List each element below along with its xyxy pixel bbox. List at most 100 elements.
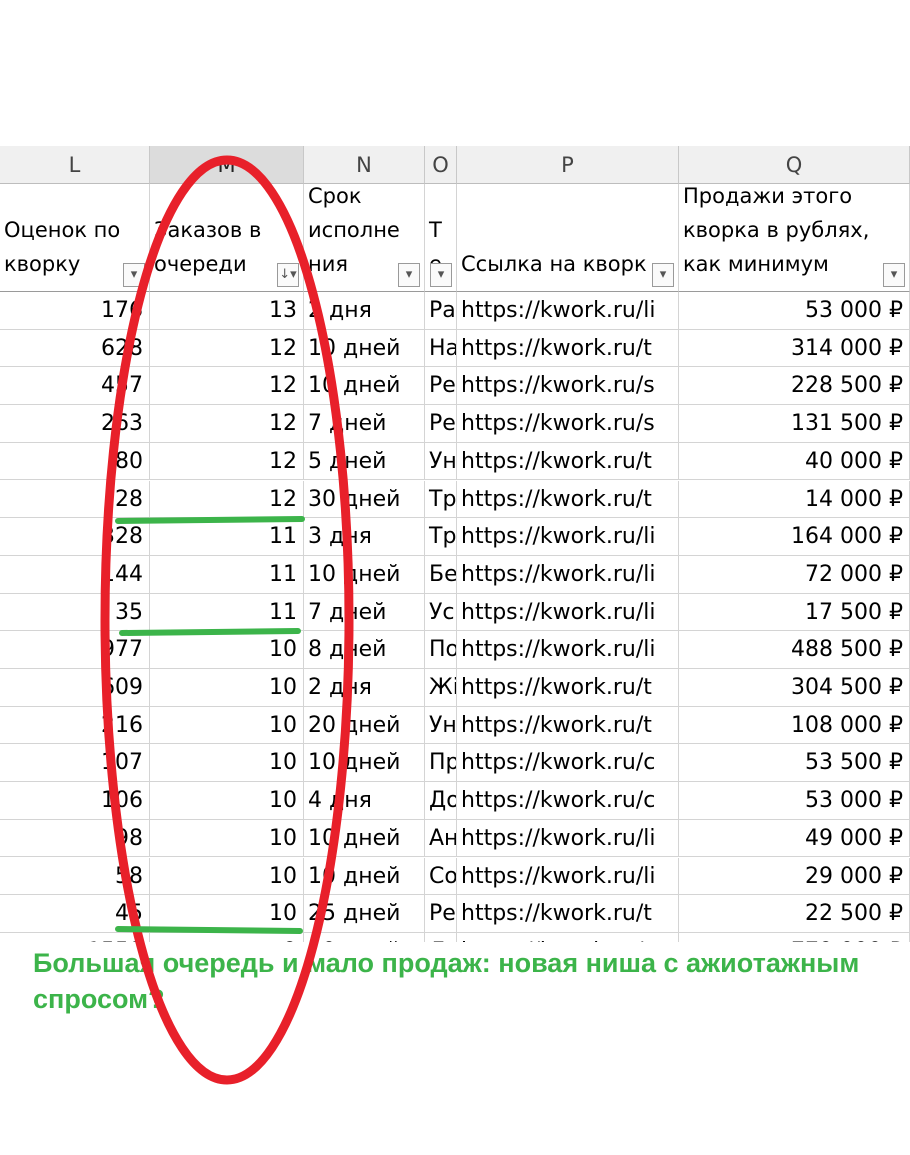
column-header-l[interactable]: L <box>0 146 150 184</box>
cell-p[interactable]: https://kwork.ru/c <box>457 782 679 820</box>
cell-q[interactable]: 304 500 ₽ <box>679 669 910 707</box>
cell-n[interactable]: 4 дня <box>304 782 425 820</box>
cell-n[interactable]: 3 дня <box>304 518 425 556</box>
cell-l[interactable]: 1558 <box>0 932 150 942</box>
cell-m[interactable]: 11 <box>150 518 304 556</box>
header-cell-l[interactable]: Оценок по кворку ▾ <box>0 184 150 292</box>
cell-l[interactable]: 176 <box>0 292 150 330</box>
cell-l[interactable]: 106 <box>0 782 150 820</box>
cell-l[interactable]: 45 <box>0 895 150 933</box>
cell-n[interactable]: 10 дней <box>304 819 425 858</box>
column-header-q[interactable]: Q <box>679 146 910 184</box>
cell-l[interactable]: 263 <box>0 405 150 443</box>
cell-o[interactable]: Ре <box>425 895 457 933</box>
cell-l[interactable]: 216 <box>0 706 150 745</box>
cell-l[interactable]: 28 <box>0 480 150 519</box>
cell-o[interactable]: Бе <box>425 555 457 594</box>
filter-dropdown-icon[interactable]: ▾ <box>430 263 452 287</box>
cell-n[interactable]: 10 дней <box>304 744 425 783</box>
cell-p[interactable]: https://kwork.ru/t <box>457 329 679 368</box>
cell-l[interactable]: 144 <box>0 555 150 594</box>
cell-p[interactable]: https://kwork.ru/t <box>457 480 679 519</box>
cell-l[interactable]: 328 <box>0 518 150 556</box>
cell-o[interactable]: До <box>425 782 457 820</box>
cell-o[interactable]: Ра <box>425 292 457 330</box>
cell-n[interactable]: 2 дня <box>304 292 425 330</box>
cell-q[interactable]: 228 500 ₽ <box>679 367 910 406</box>
header-cell-q[interactable]: Продажи этого кворка в рублях, как минимум… <box>679 184 910 292</box>
cell-p[interactable]: https://kwork.ru/li <box>457 593 679 632</box>
cell-n[interactable]: 20 дней <box>304 706 425 745</box>
cell-p[interactable]: https://kwork.ru/li <box>457 292 679 330</box>
cell-p[interactable]: https://kwork.ru/li <box>457 819 679 858</box>
cell-o[interactable]: Ре <box>425 405 457 443</box>
cell-n[interactable]: 10 дней <box>304 329 425 368</box>
cell-m[interactable]: 10 <box>150 706 304 745</box>
cell-m[interactable]: 12 <box>150 405 304 443</box>
cell-p[interactable]: https://kwork.ru/s <box>457 367 679 406</box>
filter-dropdown-icon[interactable]: ▾ <box>652 263 674 287</box>
cell-n[interactable]: 7 дней <box>304 593 425 632</box>
header-cell-o[interactable]: Те▾ <box>425 184 457 292</box>
filter-dropdown-icon[interactable]: ▾ <box>398 263 420 287</box>
cell-p[interactable]: https://kwork.ru/li <box>457 555 679 594</box>
cell-q[interactable]: 14 000 ₽ <box>679 480 910 519</box>
cell-l[interactable]: 80 <box>0 442 150 481</box>
cell-n[interactable]: 8 дней <box>304 631 425 669</box>
cell-o[interactable]: На <box>425 329 457 368</box>
column-header-o[interactable]: O <box>425 146 457 184</box>
cell-m[interactable]: 12 <box>150 480 304 519</box>
cell-l[interactable]: 628 <box>0 329 150 368</box>
column-header-p[interactable]: P <box>457 146 679 184</box>
cell-q[interactable]: 72 000 ₽ <box>679 555 910 594</box>
cell-m[interactable]: 12 <box>150 329 304 368</box>
cell-p[interactable]: https://kwork.ru/c <box>457 744 679 783</box>
cell-m[interactable]: 9 <box>150 932 304 942</box>
header-cell-n[interactable]: Срок исполне ния ▾ <box>304 184 425 292</box>
cell-m[interactable]: 10 <box>150 631 304 669</box>
cell-p[interactable]: https://kwork.ru/t <box>457 669 679 707</box>
cell-n[interactable]: 7 дней <box>304 405 425 443</box>
cell-q[interactable]: 29 000 ₽ <box>679 857 910 896</box>
cell-n[interactable]: 30 дней <box>304 480 425 519</box>
cell-m[interactable]: 10 <box>150 895 304 933</box>
cell-o[interactable]: Пр <box>425 744 457 783</box>
cell-l[interactable]: 58 <box>0 857 150 896</box>
cell-o[interactable]: Жі <box>425 669 457 707</box>
cell-o[interactable]: Ус <box>425 593 457 632</box>
cell-q[interactable]: 40 000 ₽ <box>679 442 910 481</box>
cell-q[interactable]: 53 000 ₽ <box>679 292 910 330</box>
cell-m[interactable]: 13 <box>150 292 304 330</box>
cell-q[interactable]: 22 500 ₽ <box>679 895 910 933</box>
cell-n[interactable]: 10 дней <box>304 932 425 942</box>
filter-dropdown-icon[interactable]: ▾ <box>883 263 905 287</box>
cell-m[interactable]: 10 <box>150 819 304 858</box>
cell-q[interactable]: 53 500 ₽ <box>679 744 910 783</box>
cell-m[interactable]: 10 <box>150 744 304 783</box>
cell-p[interactable]: https://kwork.ru/li <box>457 631 679 669</box>
cell-m[interactable]: 10 <box>150 782 304 820</box>
cell-p[interactable]: https://kwork.ru/li <box>457 857 679 896</box>
cell-q[interactable]: 49 000 ₽ <box>679 819 910 858</box>
cell-l[interactable]: 107 <box>0 744 150 783</box>
cell-n[interactable]: 10 дней <box>304 367 425 406</box>
cell-q[interactable]: 53 000 ₽ <box>679 782 910 820</box>
header-cell-p[interactable]: Ссылка на кворк ▾ <box>457 184 679 292</box>
cell-p[interactable]: https://kwork.ru/s <box>457 405 679 443</box>
cell-p[interactable]: https://kwork.ru/li <box>457 518 679 556</box>
cell-m[interactable]: 11 <box>150 555 304 594</box>
header-cell-m[interactable]: Заказов в очереди ↓▾ <box>150 184 304 292</box>
cell-n[interactable]: 5 дней <box>304 442 425 481</box>
cell-l[interactable]: 977 <box>0 631 150 669</box>
cell-o[interactable]: Ан <box>425 819 457 858</box>
cell-o[interactable]: Со <box>425 857 457 896</box>
cell-q[interactable]: 488 500 ₽ <box>679 631 910 669</box>
cell-m[interactable]: 11 <box>150 593 304 632</box>
cell-p[interactable]: https://kwork.ru/t <box>457 895 679 933</box>
cell-o[interactable]: Тр <box>425 518 457 556</box>
cell-l[interactable]: 98 <box>0 819 150 858</box>
cell-q[interactable]: 779 000 ₽ <box>679 932 910 942</box>
cell-m[interactable]: 12 <box>150 442 304 481</box>
cell-o[interactable]: Ре <box>425 367 457 406</box>
cell-l[interactable]: 457 <box>0 367 150 406</box>
